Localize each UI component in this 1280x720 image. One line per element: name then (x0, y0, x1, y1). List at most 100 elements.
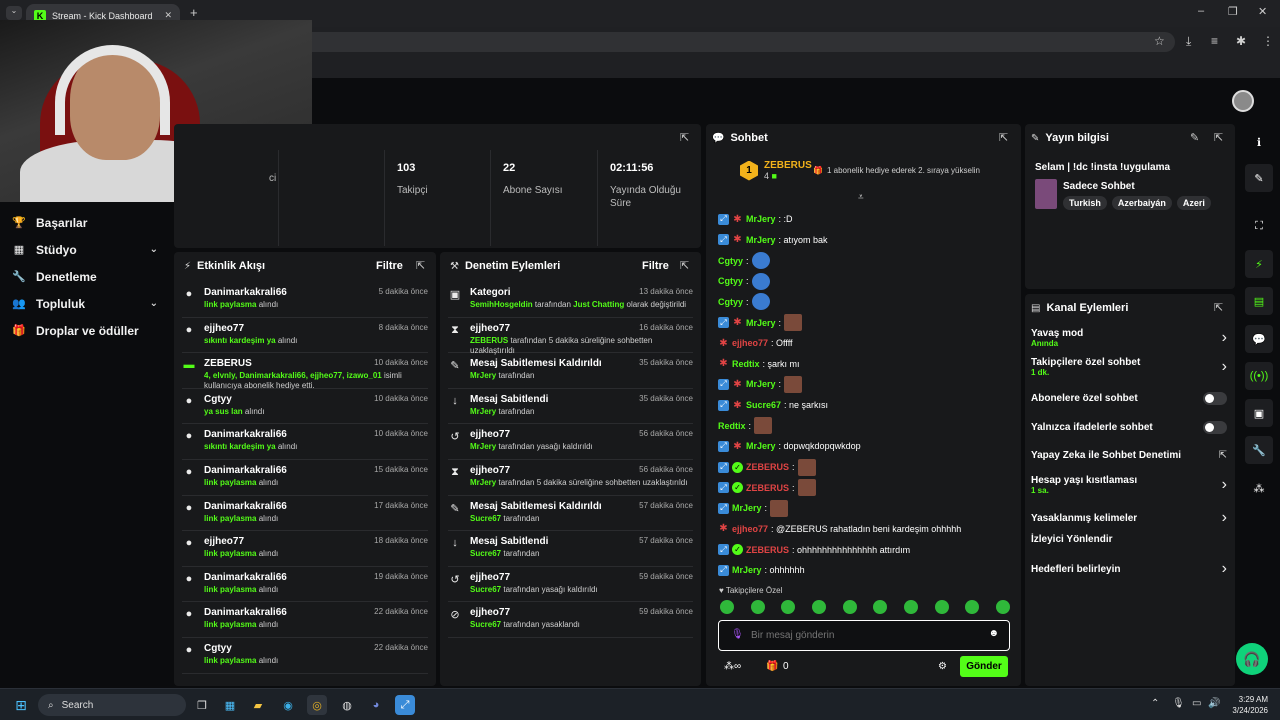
tray-chevron-icon[interactable]: ⌃ (1151, 698, 1159, 709)
emote-button[interactable] (934, 600, 949, 614)
channel-action-row[interactable]: İzleyici Yönlendir (1031, 534, 1227, 545)
emote-button[interactable] (873, 600, 888, 614)
nav-item-topluluk[interactable]: 👥 Topluluk ⌄ (0, 290, 172, 317)
community-icon[interactable]: ⁂∞ (724, 661, 741, 672)
moderation-row[interactable]: ⊘ ejjheo77 59 dakika önce Sucre67 tarafında… (448, 602, 693, 638)
edge-icon[interactable]: ◉ (278, 695, 298, 715)
popout-icon[interactable]: ⇱ (1214, 131, 1223, 144)
chat-message[interactable]: ⤢ ✱ MrJery: atıyom bak (718, 230, 1014, 251)
chat-message[interactable]: Cgtyy: (718, 271, 1014, 292)
filter-button[interactable]: Filtre (642, 260, 669, 272)
mic-icon[interactable]: 🎙 (1172, 698, 1185, 709)
chat-message[interactable]: Cgtyy: (718, 292, 1014, 313)
emote-button[interactable] (842, 600, 857, 614)
maximize-button[interactable]: ❐ (1228, 5, 1238, 18)
mic-icon[interactable]: 🎙 (731, 629, 744, 640)
support-button[interactable]: 🎧 (1236, 643, 1268, 675)
points-icon[interactable]: 🎁 (766, 661, 778, 672)
popout-icon[interactable]: ⇱ (416, 259, 425, 272)
community-icon[interactable]: ⁂ (1245, 474, 1273, 502)
moderation-row[interactable]: ↓ Mesaj Sabitlendi 35 dakika önce MrJery ta… (448, 389, 693, 425)
chevron-right-icon[interactable]: › (1222, 476, 1227, 494)
browser-menu-icon[interactable]: ⋮ (1262, 34, 1274, 48)
chrome-icon[interactable]: ◎ (307, 695, 327, 715)
tag-chip[interactable]: Turkish (1063, 196, 1107, 210)
clock[interactable]: 3:29 AM 3/24/2026 (1226, 694, 1268, 716)
chevron-right-icon[interactable]: › (1222, 560, 1227, 578)
moderation-row[interactable]: ✎ Mesaj Sabitlemesi Kaldırıldı 57 dakika ö… (448, 496, 693, 532)
chevron-right-icon[interactable]: › (1222, 509, 1227, 527)
chevron-right-icon[interactable]: › (1222, 329, 1227, 347)
emote-button[interactable] (781, 600, 796, 614)
chat-message[interactable]: ⤢ MrJery: (718, 498, 1014, 519)
activity-row[interactable]: ● Danimarkakrali66 5 dakika önce link payla… (182, 282, 428, 318)
top-gifter[interactable]: 1 ZEBERUS 4 ■ (740, 160, 812, 181)
popout-icon[interactable]: ⇱ (999, 131, 1008, 144)
moderation-row[interactable]: ⧗ ejjheo77 56 dakika önce MrJery tarafından… (448, 460, 693, 496)
moderation-row[interactable]: ✎ Mesaj Sabitlemesi Kaldırıldı 35 dakika ö… (448, 353, 693, 389)
channel-action-row[interactable]: Yapay Zeka ile Sohbet Denetimi ⇱ (1031, 450, 1227, 461)
tab-search-button[interactable]: ⌄ (6, 6, 22, 20)
chat-bubble-icon[interactable]: 💬 (1245, 325, 1273, 353)
chat-message[interactable]: Cgtyy: (718, 250, 1014, 271)
info-icon[interactable]: ℹ (1245, 128, 1273, 156)
emote-button[interactable] (995, 600, 1010, 614)
chevron-right-icon[interactable]: › (1222, 358, 1227, 376)
channel-action-row[interactable]: Yalnızca ifadelerle sohbet (1031, 421, 1227, 434)
filter-button[interactable]: Filtre (376, 260, 403, 272)
edit-icon[interactable]: ✎ (1190, 131, 1199, 144)
channel-action-row[interactable]: Hedefleri belirleyin › (1031, 560, 1227, 578)
nav-item-studyo[interactable]: ▦ Stüdyo ⌄ (0, 236, 172, 263)
activity-row[interactable]: ● Danimarkakrali66 15 dakika önce link payl… (182, 460, 428, 496)
volume-icon[interactable]: 🔊 (1208, 698, 1220, 709)
chat-message[interactable]: ⤢ ✓ ZEBERUS: (718, 457, 1014, 478)
new-tab-button[interactable]: + (190, 5, 198, 20)
taskbar-search[interactable]: ⌕ Search (38, 694, 186, 716)
collapse-icon[interactable]: ⩡ (858, 192, 864, 203)
minimize-button[interactable]: – (1198, 5, 1204, 17)
moderation-row[interactable]: ↺ ejjheo77 56 dakika önce MrJery tarafından… (448, 424, 693, 460)
widgets-icon[interactable]: ▦ (220, 695, 240, 715)
nav-item-droplar[interactable]: 🎁 Droplar ve ödüller (0, 317, 172, 344)
broadcast-icon[interactable]: ((•)) (1245, 362, 1273, 390)
app-icon[interactable]: ⤢ (395, 695, 415, 715)
chat-message[interactable]: ⤢ ✓ ZEBERUS: ohhhhhhhhhhhhhhh attırdım (718, 539, 1014, 560)
external-link-icon[interactable]: ⇱ (1219, 450, 1227, 461)
emote-button[interactable] (811, 600, 826, 614)
chat-message[interactable]: ⤢ ✱ MrJery: (718, 374, 1014, 395)
channel-action-row[interactable]: Abonelere özel sohbet (1031, 392, 1227, 405)
discord-icon[interactable]: ◕ (366, 695, 386, 715)
extensions-icon[interactable]: ✱ (1236, 34, 1246, 48)
channel-action-row[interactable]: Yavaş mod Anında › (1031, 328, 1227, 348)
nav-item-basarilar[interactable]: 🏆 Başarılar (0, 209, 172, 236)
moderation-row[interactable]: ↓ Mesaj Sabitlendi 57 dakika önce Sucre67 t… (448, 531, 693, 567)
moderation-row[interactable]: ⧗ ejjheo77 16 dakika önce ZEBERUS tarafında… (448, 318, 693, 355)
download-icon[interactable]: ⤓ (1186, 34, 1191, 49)
edit-icon[interactable]: ✎ (1245, 164, 1273, 192)
activity-row[interactable]: ● Cgtyy 10 dakika önce ya sus lan alındı (182, 389, 428, 425)
tag-chip[interactable]: Azeri (1176, 196, 1211, 210)
emote-button[interactable] (965, 600, 980, 614)
activity-row[interactable]: ▬ ZEBERUS 10 dakika önce 4, elvnly, Danimar… (182, 353, 428, 390)
chat-message[interactable]: ⤢ MrJery: ohhhhhh (718, 560, 1014, 581)
chevron-down-icon[interactable]: ⌄ (150, 298, 158, 309)
lightning-icon[interactable]: ⚡ (1245, 250, 1273, 278)
send-button[interactable]: Gönder (960, 656, 1008, 677)
chat-message[interactable]: ✱ ejjheo77: @ZEBERUS rahatladın beni kard… (718, 519, 1014, 540)
reading-list-icon[interactable]: ≡ (1211, 34, 1218, 48)
category-name[interactable]: Sadece Sohbet (1063, 181, 1135, 192)
file-explorer-icon[interactable]: ▰ (248, 695, 268, 715)
task-view-icon[interactable]: ❐ (192, 695, 212, 715)
wrench-icon[interactable]: 🔧 (1245, 436, 1273, 464)
activity-row[interactable]: ● ejjheo77 8 dakika önce sıkıntı kardeşim y… (182, 318, 428, 354)
activity-row[interactable]: ● Danimarkakrali66 10 dakika önce sıkıntı k… (182, 424, 428, 460)
obs-icon[interactable]: ◍ (337, 695, 357, 715)
channel-action-row[interactable]: Hesap yaşı kısıtlaması 1 sa. › (1031, 475, 1227, 495)
user-avatar[interactable] (1232, 90, 1254, 112)
settings-gear-icon[interactable]: ⚙ (938, 661, 947, 672)
document-icon[interactable]: ▤ (1245, 287, 1273, 315)
bookmark-star-icon[interactable]: ☆ (1154, 34, 1165, 48)
chat-message[interactable]: Redtix: (718, 415, 1014, 436)
chevron-down-icon[interactable]: ⌄ (150, 244, 158, 255)
popout-icon[interactable]: ⇱ (680, 131, 689, 144)
